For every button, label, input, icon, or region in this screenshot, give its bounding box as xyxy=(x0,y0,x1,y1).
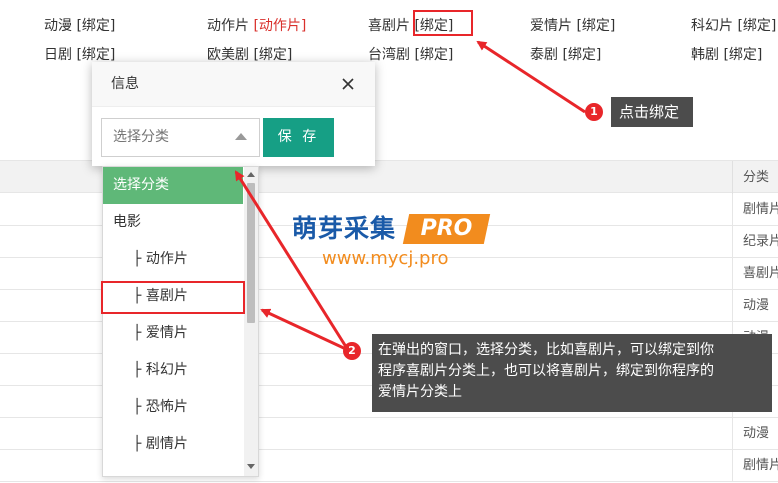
step-2-badge: 2 xyxy=(343,342,361,360)
step-2-line: 爱情片分类上 xyxy=(378,384,462,400)
step-2-line: 程序喜剧片分类上，也可以将喜剧片，绑定到你程序的 xyxy=(378,363,714,379)
step-2-callout: 在弹出的窗口，选择分类，比如喜剧片，可以绑定到你 程序喜剧片分类上，也可以将喜剧… xyxy=(372,334,772,412)
step-1-badge: 1 xyxy=(585,103,603,121)
step-1-callout: 点击绑定 xyxy=(611,97,693,127)
step-2-line: 在弹出的窗口，选择分类，比如喜剧片，可以绑定到你 xyxy=(378,342,714,358)
step-1-text: 点击绑定 xyxy=(619,103,680,121)
